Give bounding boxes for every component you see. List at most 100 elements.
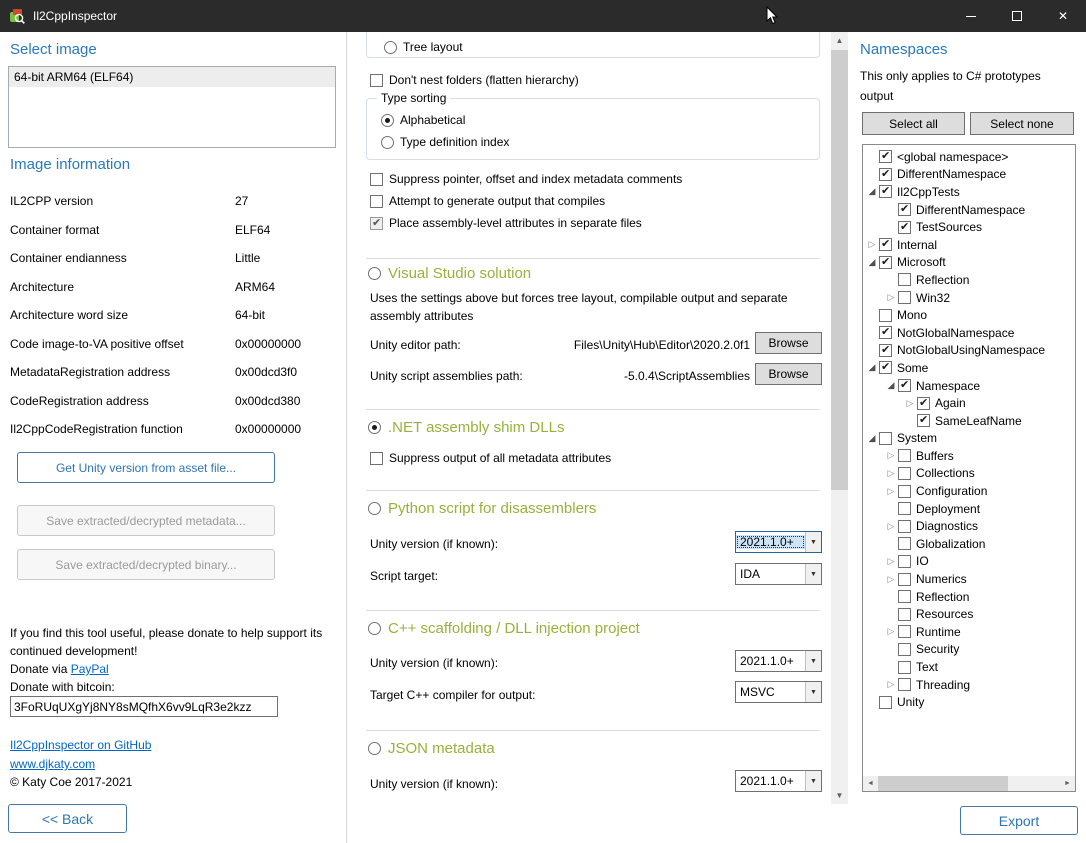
scrollbar-thumb[interactable] — [831, 50, 848, 490]
tree-item[interactable]: <global namespace> — [863, 148, 1075, 166]
tree-item[interactable]: Microsoft — [863, 254, 1075, 272]
tree-item[interactable]: Runtime — [863, 623, 1075, 641]
namespace-checkbox[interactable] — [898, 379, 911, 392]
tree-item[interactable]: Text — [863, 658, 1075, 676]
tree-item[interactable]: Namespace — [863, 377, 1075, 395]
namespace-checkbox[interactable] — [879, 168, 892, 181]
minimize-button[interactable] — [948, 0, 994, 32]
expander-collapsed-icon[interactable] — [884, 556, 898, 567]
chevron-down-icon[interactable] — [805, 564, 821, 584]
radio-icon[interactable] — [368, 742, 381, 755]
tree-item[interactable]: Buffers — [863, 447, 1075, 465]
chevron-down-icon[interactable] — [805, 532, 821, 552]
tree-item[interactable]: DifferentNamespace — [863, 201, 1075, 219]
expander-collapsed-icon[interactable] — [884, 292, 898, 303]
scroll-right-icon[interactable] — [1060, 776, 1075, 791]
output-option-checkbox[interactable]: Suppress pointer, offset and index metad… — [370, 168, 682, 190]
unity-editor-path-value[interactable]: Files\Unity\Hub\Editor\2020.2.0f1 — [574, 338, 750, 352]
expander-collapsed-icon[interactable] — [884, 626, 898, 637]
image-list-item[interactable]: 64-bit ARM64 (ELF64) — [9, 67, 335, 87]
tree-item[interactable]: Diagnostics — [863, 517, 1075, 535]
visual-studio-radio[interactable]: Visual Studio solution — [368, 265, 531, 282]
tree-item[interactable]: TestSources — [863, 218, 1075, 236]
scroll-left-icon[interactable] — [863, 776, 878, 791]
expander-collapsed-icon[interactable] — [884, 468, 898, 479]
chevron-down-icon[interactable] — [805, 682, 821, 702]
checkbox-icon[interactable] — [370, 452, 383, 465]
tree-item[interactable]: Numerics — [863, 570, 1075, 588]
export-button[interactable]: Export — [960, 806, 1078, 835]
namespace-checkbox[interactable] — [879, 361, 892, 374]
back-button[interactable]: << Back — [8, 804, 127, 833]
tree-item[interactable]: NotGlobalNamespace — [863, 324, 1075, 342]
flatten-checkbox[interactable]: Don't nest folders (flatten hierarchy) — [370, 69, 579, 91]
tree-item[interactable]: Reflection — [863, 271, 1075, 289]
namespace-checkbox[interactable] — [898, 467, 911, 480]
center-scrollbar[interactable] — [831, 32, 848, 804]
namespace-checkbox[interactable] — [898, 573, 911, 586]
select-none-button[interactable]: Select none — [970, 112, 1074, 135]
namespace-checkbox[interactable] — [879, 326, 892, 339]
python-unity-version-select[interactable]: 2021.1.0+ — [735, 531, 822, 553]
checkbox-icon[interactable] — [370, 74, 383, 87]
expander-collapsed-icon[interactable] — [884, 574, 898, 585]
expander-collapsed-icon[interactable] — [884, 679, 898, 690]
tree-item[interactable]: Internal — [863, 236, 1075, 254]
get-unity-version-button[interactable]: Get Unity version from asset file... — [17, 452, 275, 483]
namespace-checkbox[interactable] — [879, 185, 892, 198]
cpp-compiler-select[interactable]: MSVC — [735, 681, 822, 703]
expander-expanded-icon[interactable] — [865, 362, 879, 373]
tree-item[interactable]: Configuration — [863, 482, 1075, 500]
namespace-checkbox[interactable] — [898, 661, 911, 674]
expander-collapsed-icon[interactable] — [884, 486, 898, 497]
expander-expanded-icon[interactable] — [865, 186, 879, 197]
checkbox-icon[interactable] — [370, 195, 383, 208]
tree-item[interactable]: DifferentNamespace — [863, 166, 1075, 184]
close-button[interactable] — [1040, 0, 1086, 32]
scrollbar-thumb[interactable] — [878, 776, 1008, 791]
tree-item[interactable]: Threading — [863, 676, 1075, 694]
expander-expanded-icon[interactable] — [865, 257, 879, 268]
namespace-checkbox[interactable] — [898, 520, 911, 533]
tree-item[interactable]: Some — [863, 359, 1075, 377]
shim-dlls-radio[interactable]: .NET assembly shim DLLs — [368, 419, 564, 436]
namespace-checkbox[interactable] — [898, 643, 911, 656]
github-link[interactable]: Il2CppInspector on GitHub — [10, 738, 151, 752]
radio-icon[interactable] — [384, 41, 397, 54]
unity-assemblies-path-value[interactable]: -5.0.4\ScriptAssemblies — [624, 369, 750, 383]
namespace-checkbox[interactable] — [879, 150, 892, 163]
namespace-checkbox[interactable] — [917, 414, 930, 427]
tree-item[interactable]: Mono — [863, 306, 1075, 324]
namespace-checkbox[interactable] — [898, 485, 911, 498]
select-all-button[interactable]: Select all — [862, 112, 965, 135]
namespace-checkbox[interactable] — [898, 221, 911, 234]
namespace-checkbox[interactable] — [898, 678, 911, 691]
namespace-checkbox[interactable] — [879, 238, 892, 251]
type-sorting-radio[interactable]: Alphabetical — [381, 109, 509, 131]
browse-editor-path-button[interactable]: Browse — [755, 332, 822, 354]
tree-item[interactable]: Resources — [863, 605, 1075, 623]
radio-icon[interactable] — [368, 622, 381, 635]
output-option-checkbox[interactable]: Attempt to generate output that compiles — [370, 190, 682, 212]
namespace-checkbox[interactable] — [898, 590, 911, 603]
expander-expanded-icon[interactable] — [884, 380, 898, 391]
namespace-checkbox[interactable] — [898, 203, 911, 216]
expander-expanded-icon[interactable] — [865, 433, 879, 444]
namespace-checkbox[interactable] — [879, 309, 892, 322]
json-metadata-radio[interactable]: JSON metadata — [368, 740, 495, 757]
checkbox-icon[interactable] — [370, 173, 383, 186]
tree-item[interactable]: Collections — [863, 465, 1075, 483]
radio-icon[interactable] — [368, 502, 381, 515]
tree-item[interactable]: Il2CppTests — [863, 183, 1075, 201]
website-link[interactable]: www.djkaty.com — [10, 757, 95, 771]
titlebar[interactable]: Il2CppInspector — [0, 0, 1086, 32]
cpp-scaffolding-radio[interactable]: C++ scaffolding / DLL injection project — [368, 620, 640, 637]
expander-collapsed-icon[interactable] — [884, 521, 898, 532]
namespace-checkbox[interactable] — [879, 432, 892, 445]
namespace-checkbox[interactable] — [879, 344, 892, 357]
scroll-down-icon[interactable] — [831, 787, 848, 804]
radio-icon[interactable] — [381, 136, 394, 149]
tree-horizontal-scrollbar[interactable] — [863, 776, 1075, 791]
tree-layout-radio[interactable]: Tree layout — [384, 36, 463, 58]
chevron-down-icon[interactable] — [805, 771, 821, 791]
